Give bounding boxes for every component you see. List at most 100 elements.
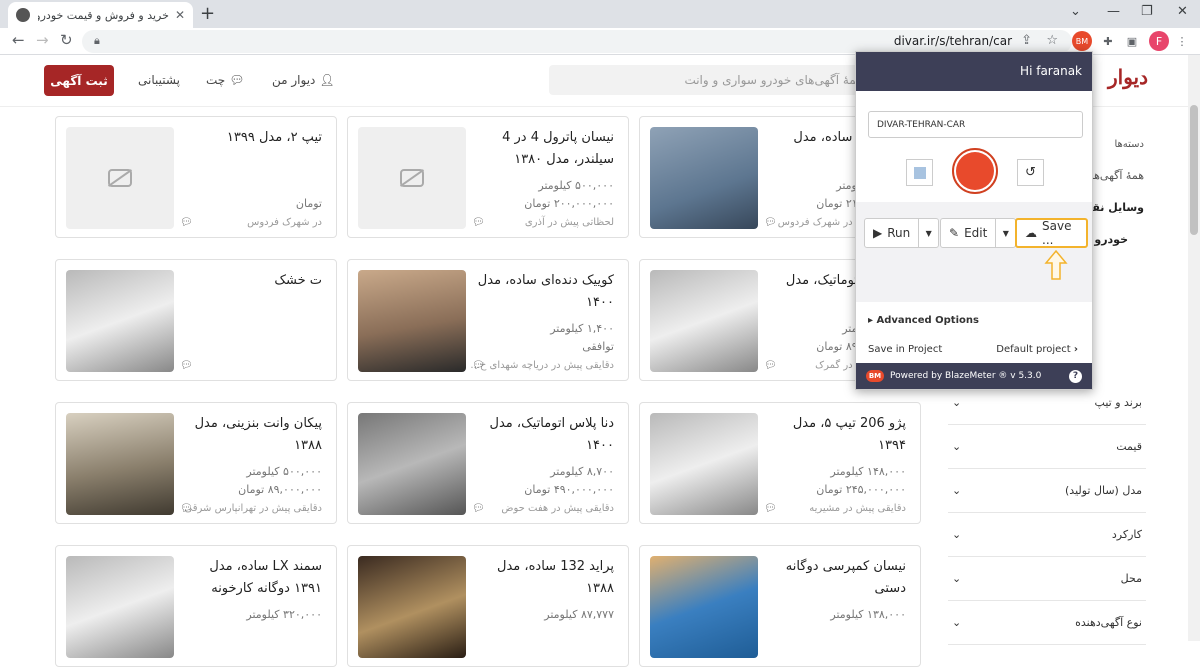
chat-link[interactable]: چت 💬︎ (206, 73, 244, 87)
chat-bubble-icon[interactable]: 💬︎ (472, 360, 485, 371)
listing-card[interactable]: تیپ ۲، مدل ۱۳۹۹ تومان در شهرک فردوس 💬︎ (55, 116, 337, 238)
run-dropdown-icon[interactable]: ▼ (918, 219, 938, 247)
listing-photo[interactable] (650, 270, 758, 372)
listing-mileage: ۸,۷۰۰ کیلومتر (550, 465, 614, 478)
chat-bubble-icon[interactable]: 💬︎ (180, 217, 193, 228)
listing-photo[interactable] (358, 556, 466, 658)
filter-label: قیمت (1116, 440, 1142, 453)
more-menu-icon[interactable]: ⋮ (1172, 31, 1192, 51)
filter-item[interactable]: کارکرد ⌄ (948, 513, 1146, 557)
side-panel-icon[interactable]: ▣ (1122, 31, 1142, 51)
reload-icon[interactable]: ↻ (60, 31, 73, 49)
listing-price: توافقی (582, 340, 614, 353)
support-link[interactable]: پشتیبانی (138, 73, 180, 87)
filter-item[interactable]: مدل (سال تولید) ⌄ (948, 469, 1146, 513)
user-icon: 👤︎ (319, 73, 335, 87)
default-project-select[interactable]: Default project › (996, 344, 1078, 355)
listing-card[interactable]: نیسان کمپرسی دوگانه دستی ۱۳۸,۰۰۰ کیلومتر (639, 545, 921, 667)
listing-photo[interactable] (66, 413, 174, 515)
listing-photo[interactable] (650, 556, 758, 658)
lock-icon[interactable]: 🔒︎ (94, 34, 100, 48)
chat-bubble-icon[interactable]: 💬︎ (764, 217, 777, 228)
chat-bubble-icon[interactable]: 💬︎ (472, 503, 485, 514)
edit-button[interactable]: ✎ Edit (941, 219, 995, 247)
no-image-placeholder[interactable] (66, 127, 174, 229)
extensions-puzzle-icon[interactable]: ✚ (1098, 31, 1118, 51)
filter-item[interactable]: محل ⌄ (948, 557, 1146, 601)
close-tab-icon[interactable]: ✕ (175, 8, 185, 22)
filter-item[interactable]: نوع آگهی‌دهنده ⌄ (948, 601, 1146, 645)
listing-price: ۴۹۰,۰۰۰,۰۰۰ تومان (524, 483, 614, 496)
new-tab-icon[interactable]: + (200, 3, 215, 24)
chevron-down-icon[interactable]: ⌄ (1070, 4, 1081, 19)
chat-bubble-icon[interactable]: 💬︎ (180, 503, 193, 514)
help-icon[interactable]: ? (1069, 369, 1082, 383)
chat-label: چت (206, 73, 226, 87)
omnibox[interactable]: 🔒︎ divar.ir/s/tehran/car ⇪ ☆ (82, 30, 1072, 53)
reset-button[interactable]: ↺ (1017, 159, 1044, 186)
share-icon[interactable]: ⇪ (1021, 33, 1032, 48)
categories-title: دسته‌ها (1114, 139, 1144, 150)
all-ads-link[interactable]: همهٔ آگهی‌ها (1091, 169, 1144, 182)
listing-mileage: ۱۴۸,۰۰۰ کیلومتر (830, 465, 906, 478)
listing-card[interactable]: پژو 206 تیپ ۵، مدل ۱۳۹۴ ۱۴۸,۰۰۰ کیلومتر ۲۴… (639, 402, 921, 524)
chat-bubble-icon[interactable]: 💬︎ (764, 360, 777, 371)
no-image-placeholder[interactable] (358, 127, 466, 229)
record-button[interactable] (952, 148, 998, 194)
listing-photo[interactable] (358, 413, 466, 515)
divar-logo[interactable]: دیوار (1108, 65, 1148, 89)
blazemeter-extension-icon[interactable]: BM (1072, 31, 1092, 51)
listing-mileage: ۳۲۰,۰۰۰ کیلومتر (246, 608, 322, 621)
listing-card[interactable]: کوییک دنده‌ای ساده، مدل ۱۴۰۰ ۱,۴۰۰ کیلومت… (347, 259, 629, 381)
save-button[interactable]: ☁ Save ... (1015, 218, 1088, 248)
default-project-label: Default project (996, 344, 1071, 355)
listing-card[interactable]: نیسان پاترول 4 در 4 سیلندر، مدل ۱۳۸۰ ۵۰۰,… (347, 116, 629, 238)
chevron-down-icon: ⌄ (952, 484, 962, 497)
cars-link[interactable]: خودرو (1094, 233, 1128, 246)
run-button[interactable]: ▶ Run (865, 219, 918, 247)
page-scrollbar[interactable] (1188, 55, 1200, 641)
advanced-options-toggle[interactable]: ▸ Advanced Options (868, 315, 979, 326)
listing-mileage: ۸۷,۷۷۷ کیلومتر (544, 608, 614, 621)
run-button-group: ▶ Run ▼ (864, 218, 940, 248)
post-ad-button[interactable]: ثبت آگهی (44, 65, 114, 96)
stop-button[interactable] (906, 159, 933, 186)
no-photo-icon (108, 169, 132, 187)
listing-photo[interactable] (650, 413, 758, 515)
my-divar-link[interactable]: دیوار من 👤︎ (272, 73, 335, 87)
chat-icon: 💬︎ (229, 73, 245, 87)
back-icon[interactable]: ← (12, 31, 25, 49)
listing-title: سمند LX ساده، مدل ۱۳۹۱ دوگانه کارخونه (209, 559, 322, 596)
listing-price: تومان (295, 197, 322, 210)
listing-card[interactable]: ت خشک 💬︎ (55, 259, 337, 381)
listing-card[interactable]: پراید 132 ساده، مدل ۱۳۸۸ ۸۷,۷۷۷ کیلومتر (347, 545, 629, 667)
listing-photo[interactable] (650, 127, 758, 229)
filter-item[interactable]: قیمت ⌄ (948, 425, 1146, 469)
listing-card[interactable]: پیکان وانت بنزینی، مدل ۱۳۸۸ ۵۰۰,۰۰۰ کیلوم… (55, 402, 337, 524)
listing-photo[interactable] (66, 270, 174, 372)
edit-button-group: ✎ Edit ▼ (940, 218, 1017, 248)
listing-title: کوییک دنده‌ای ساده، مدل ۱۴۰۰ (477, 273, 614, 310)
chat-bubble-icon[interactable]: 💬︎ (472, 217, 485, 228)
listing-card[interactable]: دنا پلاس اتوماتیک، مدل ۱۴۰۰ ۸,۷۰۰ کیلومتر… (347, 402, 629, 524)
browser-tab[interactable]: خرید و فروش و قیمت خودرو در تهران ✕ (8, 2, 193, 28)
chat-bubble-icon[interactable]: 💬︎ (764, 503, 777, 514)
chat-bubble-icon[interactable]: 💬︎ (180, 360, 193, 371)
listing-card[interactable]: سمند LX ساده، مدل ۱۳۹۱ دوگانه کارخونه ۳۲۰… (55, 545, 337, 667)
restore-icon[interactable]: ❐ (1141, 4, 1153, 19)
bookmark-star-icon[interactable]: ☆ (1046, 33, 1058, 48)
minimize-icon[interactable]: — (1107, 4, 1120, 19)
profile-avatar[interactable]: F (1149, 31, 1169, 51)
run-label: Run (887, 226, 911, 240)
listing-price: ۲۴۵,۰۰۰,۰۰۰ تومان (816, 483, 906, 496)
listing-meta: دقایقی پیش در هفت حوض (501, 503, 614, 514)
popup-header: Hi faranak (856, 52, 1092, 91)
forward-icon[interactable]: → (36, 31, 49, 49)
close-window-icon[interactable]: ✕ (1177, 4, 1188, 19)
edit-dropdown-icon[interactable]: ▼ (995, 219, 1015, 247)
scroll-thumb[interactable] (1190, 105, 1198, 235)
project-name-field[interactable]: DIVAR-TEHRAN-CAR (868, 111, 1083, 138)
advanced-label: Advanced Options (876, 315, 979, 326)
listing-photo[interactable] (66, 556, 174, 658)
listing-photo[interactable] (358, 270, 466, 372)
